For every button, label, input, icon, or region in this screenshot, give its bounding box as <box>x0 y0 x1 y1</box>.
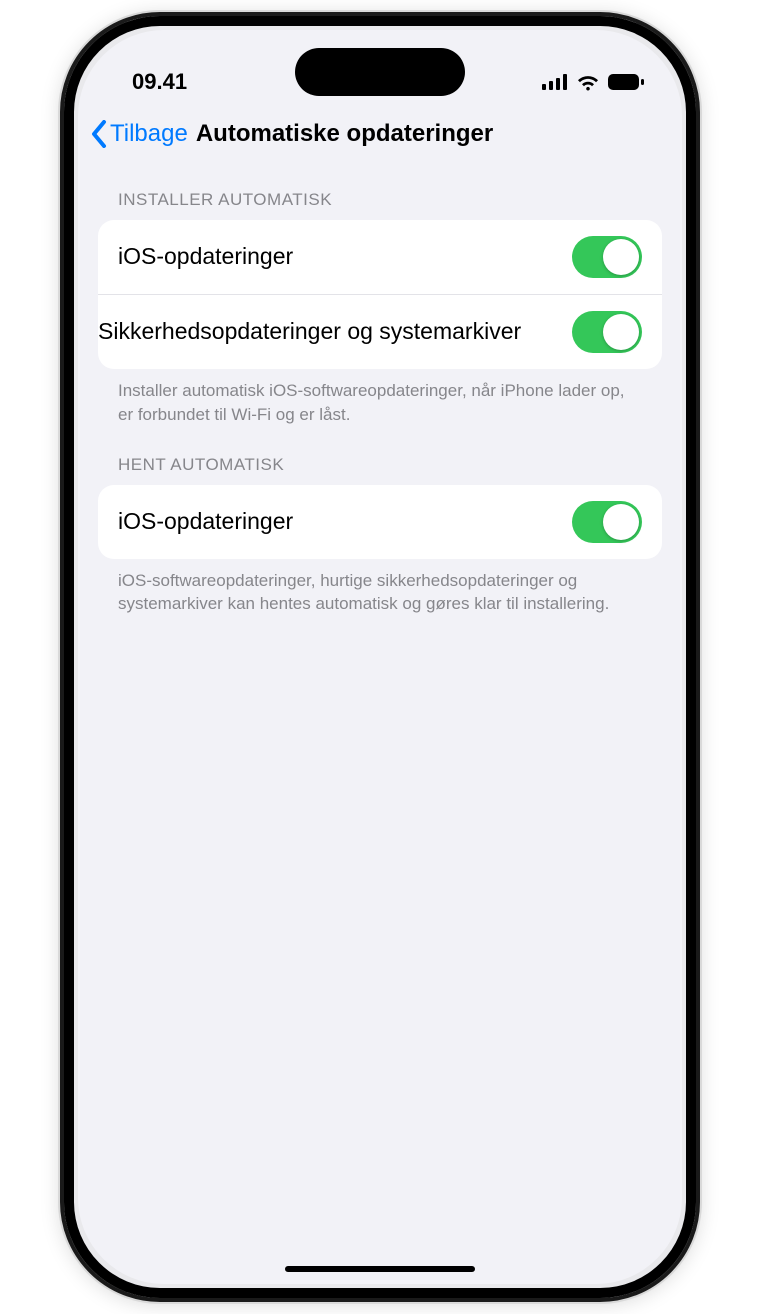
row-label: iOS-opdateringer <box>118 242 305 272</box>
section-header-install: INSTALLER AUTOMATISK <box>98 162 662 220</box>
back-button[interactable]: Tilbage <box>90 120 188 148</box>
wifi-icon <box>576 73 600 91</box>
toggle-security-updates[interactable] <box>572 311 642 353</box>
toggle-ios-updates-download[interactable] <box>572 501 642 543</box>
group-install: iOS-opdateringer Sikkerhedsopdateringer … <box>98 220 662 369</box>
dynamic-island <box>295 48 465 96</box>
row-security-updates[interactable]: Sikkerhedsopdateringer og systemarkiver <box>98 294 662 369</box>
group-download: iOS-opdateringer <box>98 485 662 559</box>
status-time: 09.41 <box>132 69 187 95</box>
row-ios-updates-download[interactable]: iOS-opdateringer <box>98 485 662 559</box>
screen: 09.41 <box>78 30 682 1284</box>
toggle-ios-updates-install[interactable] <box>572 236 642 278</box>
chevron-left-icon <box>90 120 108 148</box>
section-header-download: HENT AUTOMATISK <box>98 427 662 485</box>
cellular-icon <box>542 74 568 90</box>
content: INSTALLER AUTOMATISK iOS-opdateringer Si… <box>78 162 682 1284</box>
row-ios-updates-install[interactable]: iOS-opdateringer <box>98 220 662 294</box>
row-label: Sikkerhedsopdateringer og systemarkiver <box>98 317 533 347</box>
page-title: Automatiske opdateringer <box>196 120 493 148</box>
status-icons <box>542 73 644 91</box>
navigation-bar: Tilbage Automatiske opdateringer <box>78 110 682 162</box>
battery-icon <box>608 74 644 90</box>
section-footer-download: iOS-softwareopdateringer, hurtige sikker… <box>98 559 662 617</box>
home-indicator[interactable] <box>285 1266 475 1272</box>
iphone-frame: 09.41 <box>60 12 700 1302</box>
section-footer-install: Installer automatisk iOS-softwareopdater… <box>98 369 662 427</box>
row-label: iOS-opdateringer <box>118 507 305 537</box>
back-label: Tilbage <box>110 120 188 148</box>
